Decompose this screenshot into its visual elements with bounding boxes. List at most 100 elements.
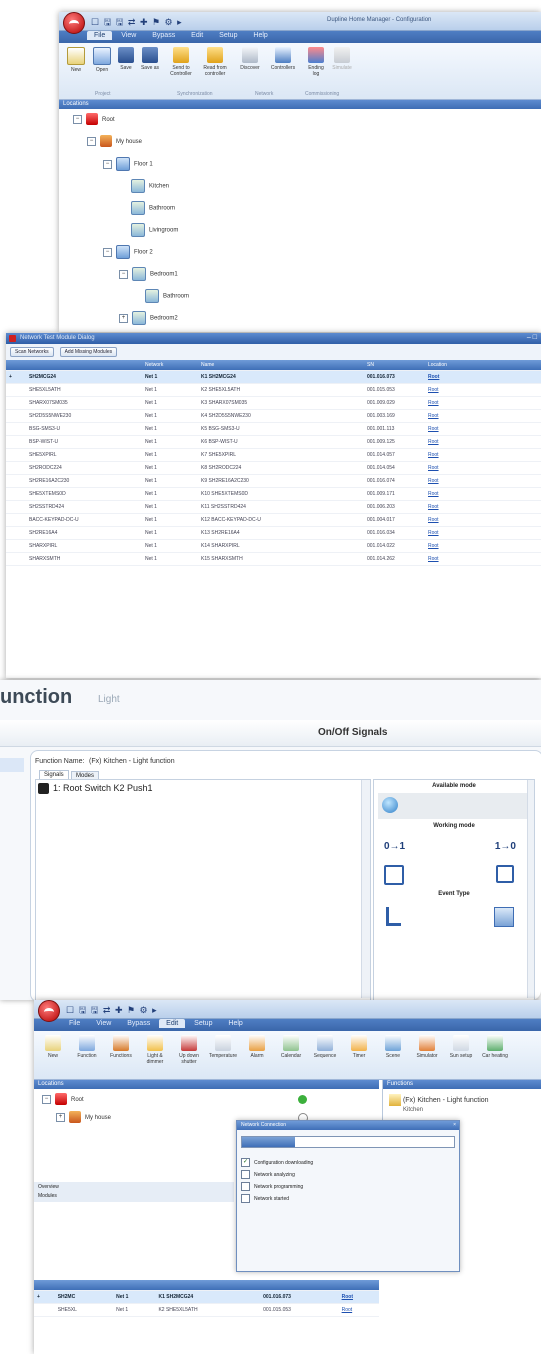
tree-node-livingroom[interactable]: Livingroom [131,223,178,237]
collapse-icon[interactable]: − [73,114,82,124]
column-header-name[interactable]: Name [198,360,364,371]
ending-log-button[interactable]: Ending log [305,47,327,77]
location-link-text[interactable]: Root [428,543,439,549]
location-link[interactable]: Root [425,409,541,423]
tab-modules[interactable]: Modules [38,1193,57,1199]
tree-node-root[interactable]: − Root [73,113,115,127]
ribbon-button[interactable]: Sun setup [446,1035,476,1059]
collapse-icon[interactable]: − [103,247,112,257]
ribbon-button[interactable]: Simulator [412,1035,442,1059]
location-link[interactable]: Root [425,422,541,436]
table-row[interactable]: + SH2MCG24 Net 1 K1 SH2MCG24 001.016.073 Root [6,370,541,384]
tab-help[interactable]: Help [221,1019,249,1028]
close-icon[interactable]: × [453,1121,456,1130]
tab-view[interactable]: View [89,1019,118,1028]
app-orb-button[interactable] [38,1000,60,1022]
quick-access-toolbar[interactable]: ☐ 🖫 🖫 ⇄ ✚ ⚑ ⚙ ▸ [66,1003,158,1019]
mode-scrollbar[interactable] [527,780,534,998]
tab-setup[interactable]: Setup [212,31,244,40]
ribbon-button[interactable]: Sequence [310,1035,340,1059]
table-row[interactable]: BSP-WIST-U Net 1 K6 BSP-WIST-U 001.009.125 R… [6,435,541,449]
location-link-text[interactable]: Root [428,413,439,419]
location-link-text[interactable]: Root [428,530,439,536]
location-link-text[interactable]: Root [428,556,439,562]
location-link[interactable]: Root [425,539,541,553]
location-link[interactable]: Root [425,383,541,397]
edge-event-icon[interactable] [386,907,401,926]
send-to-controller-button[interactable]: Send to Controller [167,47,195,77]
table-row[interactable]: SHE5XPIRL Net 1 K7 SHE5XPIRL 001.014.057 Roo… [6,448,541,462]
collapse-icon[interactable]: − [103,159,112,169]
tab-bypass[interactable]: Bypass [120,1019,157,1028]
toggle-mode-icon[interactable] [384,865,404,885]
table-row[interactable]: BACC-KEYPAD-DC-U Net 1 K12 BACC-KEYPAD-DC-… [6,513,541,527]
tree-node-floor2[interactable]: − Floor 2 [103,245,153,259]
tree-node-kitchen[interactable]: Kitchen [131,179,169,193]
tree-node-bedroom1[interactable]: − Bedroom1 [119,267,178,281]
location-link[interactable]: Root [425,448,541,462]
ribbon-button[interactable]: Car heating [480,1035,510,1059]
ribbon-button[interactable]: Light & dimmer [140,1035,170,1065]
pulse-mode-icon[interactable] [496,865,514,883]
function-name-value[interactable]: (Fx) Kitchen - Light function [89,758,175,765]
table-row[interactable]: SH2RE16A4 Net 1 K13 SH2RE16A4 001.016.034 Ro… [6,526,541,540]
mode-0-to-1[interactable]: 0→1 [384,841,405,852]
location-link[interactable]: Root [425,474,541,488]
tree-node-bathroom[interactable]: Bathroom [131,201,175,215]
column-header-sn[interactable]: SN [364,360,425,371]
ribbon-button[interactable]: Functions [106,1035,136,1059]
tab-edit[interactable]: Edit [184,31,210,40]
location-link-text[interactable]: Root [428,387,439,393]
location-link[interactable]: Root [425,396,541,410]
location-link[interactable]: Root [425,370,541,384]
location-link-text[interactable]: Root [428,439,439,445]
location-link[interactable]: Root [425,487,541,501]
collapse-icon[interactable]: − [87,136,96,146]
tab-overview[interactable]: Overview [38,1184,59,1190]
ribbon-button[interactable]: Alarm [242,1035,272,1059]
location-link[interactable]: Root [425,526,541,540]
table-row[interactable]: SHE5XL Net 1 K2 SHE5XL5ATH 001.015.053 Root [34,1303,379,1317]
table-row[interactable]: SH2RODC224 Net 1 K8 SH2RODC224 001.014.054 R… [6,461,541,475]
table-row[interactable]: SH2RE16A2C230 Net 1 K9 SH2RE16A2C230 001.01… [6,474,541,488]
location-link-text[interactable]: Root [428,374,439,380]
location-link[interactable]: Root [425,552,541,566]
read-from-controller-button[interactable]: Read from controller [201,47,229,77]
location-link[interactable]: Root [425,461,541,475]
tab-help[interactable]: Help [246,31,274,40]
open-button[interactable]: Open [91,47,113,73]
location-link-text[interactable]: Root [428,400,439,406]
ribbon-button[interactable]: Up down shutter [174,1035,204,1065]
tab-bypass[interactable]: Bypass [145,31,182,40]
tab-file[interactable]: File [62,1019,87,1028]
table-row[interactable]: SHE5XTEMS0D Net 1 K10 SHE5XTEMS0D 001.009.1… [6,487,541,501]
table-row[interactable]: BSG-SMS3-U Net 1 K5 BSG-SMS3-U 001.001.113 R… [6,422,541,436]
expand-icon[interactable]: + [119,313,128,323]
location-link-text[interactable]: Root [428,491,439,497]
window-controls[interactable]: – □ [527,334,537,341]
list-item[interactable]: 1: Root Switch K2 Push1 [38,782,153,795]
tree-node-house[interactable]: + My house [56,1111,111,1125]
ribbon-button[interactable]: New [38,1035,68,1059]
location-link-text[interactable]: Root [428,504,439,510]
mode-1-to-0[interactable]: 1→0 [495,841,516,852]
tab-view[interactable]: View [114,31,143,40]
column-header-location[interactable]: Location [425,360,541,371]
location-link[interactable]: Root [338,1290,379,1304]
ribbon-button[interactable]: Temperature [208,1035,238,1059]
location-link-text[interactable]: Root [428,465,439,471]
quick-access-toolbar[interactable]: ☐ 🖫 🖫 ⇄ ✚ ⚑ ⚙ ▸ [91,15,183,31]
location-link-text[interactable]: Root [428,426,439,432]
mode-icon[interactable] [382,797,398,813]
function-item[interactable]: (Fx) Kitchen - Light function Kitchen [389,1094,489,1113]
table-row[interactable]: SHE5XL5ATH Net 1 K2 SHE5XL5ATH 001.015.053 R… [6,383,541,397]
collapse-icon[interactable]: − [42,1094,51,1104]
scan-networks-button[interactable]: Scan Networks [10,347,54,357]
table-row[interactable]: SH2SSTRD424 Net 1 K11 SH2SSTRD424 001.006.2… [6,500,541,514]
tree-node-bedroom2[interactable]: + Bedroom2 [119,311,178,325]
controllers-button[interactable]: Controllers [269,47,297,71]
simulate-button[interactable]: Simulate [331,47,353,71]
app-orb-button[interactable] [63,12,85,34]
add-missing-modules-button[interactable]: Add Missing Modules [59,347,118,357]
level-event-icon[interactable] [494,907,514,927]
